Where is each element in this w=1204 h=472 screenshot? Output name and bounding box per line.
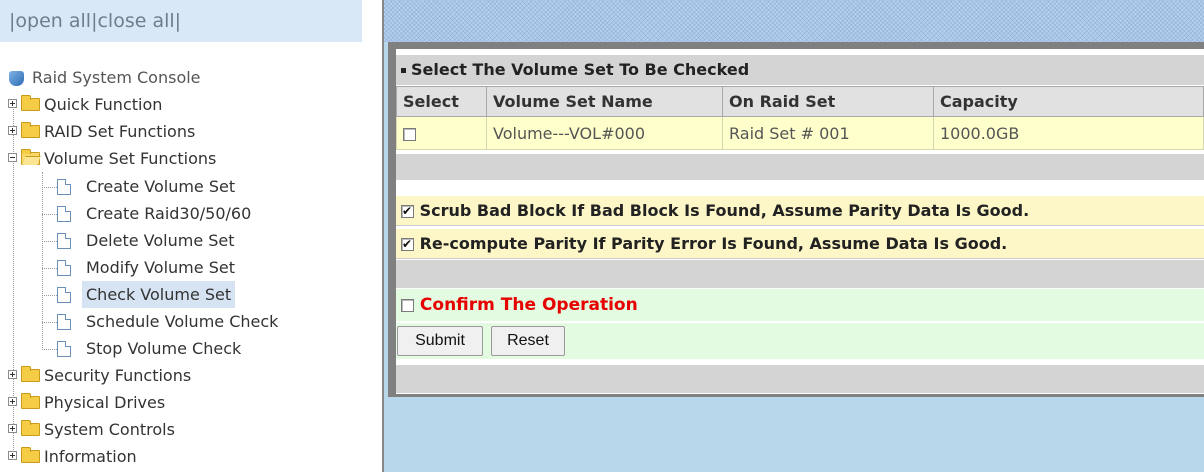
recompute-option-row: Re-compute Parity If Parity Error Is Fou… — [396, 229, 1204, 259]
table-row[interactable]: Volume---VOL#000 Raid Set # 001 1000.0GB — [396, 116, 1204, 150]
submit-button[interactable]: Submit — [397, 326, 483, 356]
check-volume-panel: Select The Volume Set To Be Checked Sele… — [388, 42, 1204, 397]
folder-icon — [21, 447, 40, 463]
column-header: Volume Set Name — [486, 86, 723, 117]
confirm-row: Confirm The Operation — [396, 289, 1204, 321]
page-icon — [57, 233, 71, 249]
tree-item-label: Physical Drives — [44, 393, 166, 412]
tree-item-label: Modify Volume Set — [86, 258, 235, 277]
folder-open-icon — [21, 149, 40, 165]
expand-plus-icon[interactable] — [8, 451, 17, 460]
confirm-checkbox[interactable] — [401, 298, 414, 312]
folder-icon — [21, 420, 40, 436]
tree-item-security-functions[interactable]: Security Functions — [0, 362, 300, 389]
tree-item-label: Delete Volume Set — [86, 231, 235, 250]
open-close-bar: |open all|close all| — [0, 0, 362, 42]
volume-table: Select Volume Set Name On Raid Set Capac… — [396, 86, 1204, 150]
tree-item-schedule-volume-check[interactable]: Schedule Volume Check — [0, 308, 330, 335]
tree-item-label: Stop Volume Check — [86, 339, 242, 358]
tree-root-label: Raid System Console — [32, 68, 201, 87]
scrub-option-row: Scrub Bad Block If Bad Block Is Found, A… — [396, 196, 1204, 226]
close-all-link[interactable]: close all — [97, 10, 174, 32]
confirm-label: Confirm The Operation — [419, 295, 638, 315]
page-icon — [57, 314, 71, 330]
tree-item-label: Volume Set Functions — [44, 149, 217, 168]
column-header: On Raid Set — [722, 86, 934, 117]
hatched-header-band — [384, 0, 1204, 42]
expand-plus-icon[interactable] — [8, 397, 17, 406]
tree-item-quick-function[interactable]: Quick Function — [0, 91, 300, 118]
tree-item-stop-volume-check[interactable]: Stop Volume Check — [0, 335, 330, 362]
section-title: Select The Volume Set To Be Checked — [396, 55, 1204, 85]
table-header-row: Select Volume Set Name On Raid Set Capac… — [396, 86, 1204, 117]
select-cell — [396, 116, 487, 150]
page-icon — [57, 287, 71, 303]
tree-item-label: Quick Function — [44, 95, 163, 114]
panel-body: Select The Volume Set To Be Checked Sele… — [396, 49, 1204, 394]
raid-set-cell: Raid Set # 001 — [722, 116, 934, 150]
expand-plus-icon[interactable] — [8, 99, 17, 108]
expand-plus-icon[interactable] — [8, 126, 17, 135]
tree-item-volume-set-functions[interactable]: Volume Set Functions — [0, 145, 300, 172]
recompute-option-label: Re-compute Parity If Parity Error Is Fou… — [419, 234, 1008, 253]
button-row: Submit Reset — [396, 323, 1204, 359]
bullet-icon — [401, 68, 406, 73]
console-icon — [9, 71, 24, 86]
reset-button[interactable]: Reset — [491, 326, 565, 356]
expand-plus-icon[interactable] — [8, 370, 17, 379]
column-header: Capacity — [933, 86, 1204, 117]
spacer-bar — [396, 154, 1204, 180]
tree-item-label: RAID Set Functions — [44, 122, 196, 141]
capacity-cell: 1000.0GB — [933, 116, 1204, 150]
tree-item-label: Security Functions — [44, 366, 192, 385]
tree-item-delete-volume-set[interactable]: Delete Volume Set — [0, 227, 330, 254]
folder-icon — [21, 366, 40, 382]
tree-item-system-controls[interactable]: System Controls — [0, 416, 300, 443]
tree-item-label: Create Raid30/50/60 — [86, 204, 252, 223]
spacer-bar — [396, 365, 1204, 393]
volume-name-cell: Volume---VOL#000 — [486, 116, 723, 150]
scrub-checkbox[interactable] — [401, 203, 414, 219]
folder-icon — [21, 122, 40, 138]
spacer-bar — [396, 260, 1204, 288]
sidebar: |open all|close all| Raid System Console… — [0, 0, 382, 472]
tree-item-create-volume-set[interactable]: Create Volume Set — [0, 173, 330, 200]
page-icon — [57, 206, 71, 222]
page-icon — [57, 179, 71, 195]
tree-item-create-raid[interactable]: Create Raid30/50/60 — [0, 200, 330, 227]
tree-item-label: Schedule Volume Check — [86, 312, 279, 331]
expand-plus-icon[interactable] — [8, 424, 17, 433]
tree-item-label-selected: Check Volume Set — [82, 281, 236, 308]
collapse-minus-icon[interactable] — [8, 153, 17, 162]
recompute-checkbox[interactable] — [401, 236, 414, 252]
tree-item-check-volume-set[interactable]: Check Volume Set — [0, 281, 330, 308]
section-title-text: Select The Volume Set To Be Checked — [411, 60, 750, 79]
column-header: Select — [396, 86, 487, 117]
tree-item-label: Information — [44, 447, 137, 466]
folder-icon — [21, 393, 40, 409]
page-icon — [57, 260, 71, 276]
volume-select-checkbox[interactable] — [403, 127, 416, 141]
tree-item-information[interactable]: Information — [0, 443, 300, 470]
tree-item-raid-set-functions[interactable]: RAID Set Functions — [0, 118, 300, 145]
tree-item-physical-drives[interactable]: Physical Drives — [0, 389, 300, 416]
open-all-link[interactable]: open all — [15, 10, 91, 32]
tree-item-label: Create Volume Set — [86, 177, 236, 196]
tree-item-modify-volume-set[interactable]: Modify Volume Set — [0, 254, 330, 281]
scrub-option-label: Scrub Bad Block If Bad Block Is Found, A… — [419, 201, 1030, 220]
tree-root-console[interactable]: Raid System Console — [0, 64, 300, 91]
folder-icon — [21, 95, 40, 111]
tree-item-label: System Controls — [44, 420, 175, 439]
page-icon — [57, 341, 71, 357]
